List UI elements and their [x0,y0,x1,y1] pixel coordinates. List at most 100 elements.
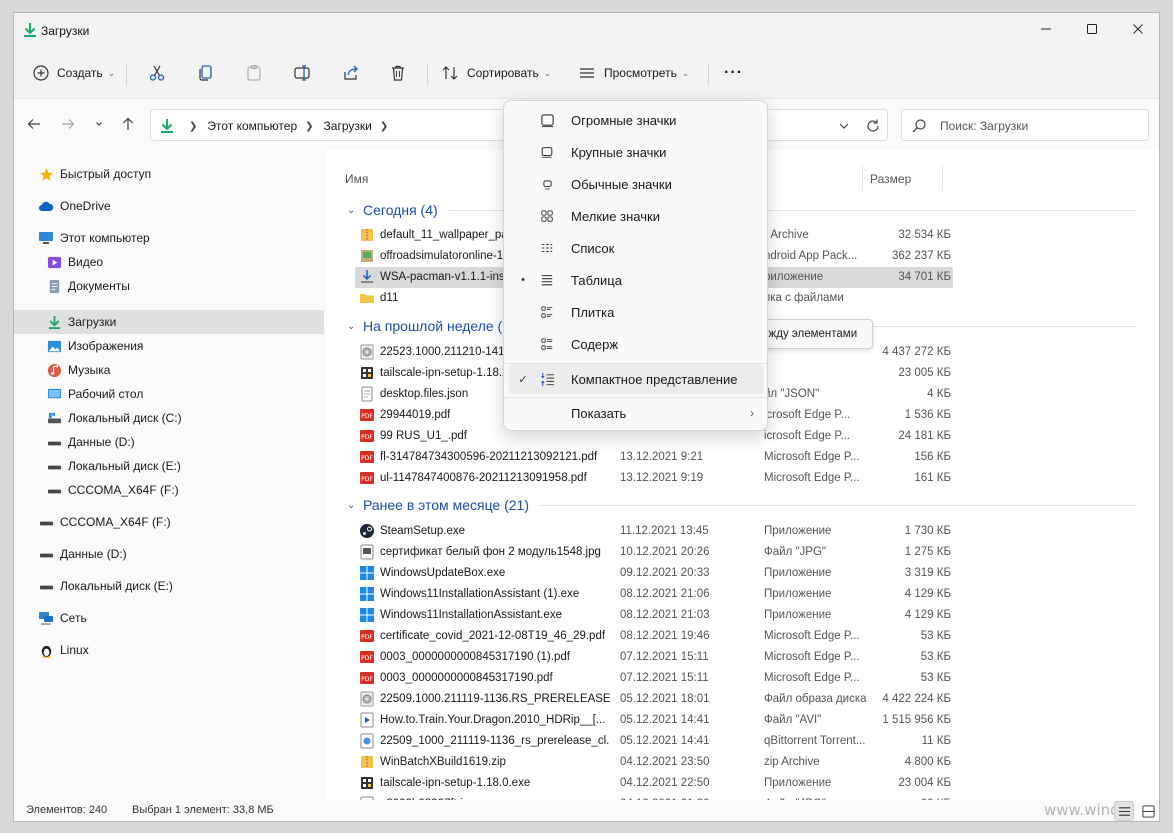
sidebar-item-label: Linux [60,643,89,657]
sidebar-item-network[interactable]: Сеть [38,606,87,630]
sort-button[interactable]: Сортировать ⌄ [441,60,551,86]
file-row[interactable]: WinBatchXBuild1619.zip 04.12.2021 23:50 zi… [355,752,955,773]
file-row[interactable]: 22509_1000_211119-1136_rs_prerelease_cl.… [355,731,955,752]
sidebar-item-videos[interactable]: Видео [46,250,103,274]
recent-locations-button[interactable] [89,114,109,134]
file-row[interactable]: PDF 0003_0000000000845317190 (1).pdf 07.12… [355,647,955,668]
sidebar-item-quick-access[interactable]: Быстрый доступ [38,162,151,186]
file-size: 24 181 КБ [898,430,951,442]
column-header-name[interactable]: Имя [345,172,368,186]
file-row[interactable]: PDF 0003_0000000000845317190.pdf 07.12.202… [355,668,955,689]
search-box[interactable]: Поиск: Загрузки [901,109,1149,141]
maximize-button[interactable] [1069,13,1115,45]
menu-item-label: Список [571,240,615,256]
sidebar-item-documents[interactable]: Документы [46,274,130,298]
sidebar-item-desktop[interactable]: Рабочий стол [46,382,143,406]
menu-item-large-icons[interactable]: Крупные значки [509,137,764,167]
file-row[interactable]: Windows11InstallationAssistant.exe 08.12.… [355,605,955,626]
rename-button[interactable] [293,60,311,86]
file-row[interactable]: tailscale-ipn-setup-1.18.0.exe 04.12.2021… [355,773,955,794]
refresh-button[interactable] [865,118,881,134]
file-size: 4 437 272 КБ [882,346,951,358]
sidebar-item-onedrive[interactable]: OneDrive [38,194,111,218]
steam-icon [359,523,375,539]
menu-item-show[interactable]: Показать › [509,398,764,428]
file-date: 04.12.2021 22:50 [620,777,710,789]
file-row[interactable]: WindowsUpdateBox.exe 09.12.2021 20:33 Прил… [355,563,955,584]
menu-item-huge-icons[interactable]: Огромные значки [509,105,764,135]
menu-item-details[interactable]: • Таблица [509,265,764,295]
file-row[interactable]: сертификат белый фон 2 модуль1548.jpg 10.… [355,542,955,563]
delete-button[interactable] [389,60,407,86]
file-type: icrosoft Edge P... [764,409,851,421]
file-date: 08.12.2021 21:06 [620,588,710,600]
sidebar-item-drive-e[interactable]: Локальный диск (E:) [46,454,181,478]
sidebar-item-drive-d[interactable]: Данные (D:) [46,430,135,454]
file-type: Microsoft Edge P... [764,630,860,642]
file-name: How.to.Train.Your.Dragon.2010_HDRip__[..… [380,714,606,726]
sidebar-item-this-pc[interactable]: Этот компьютер [38,226,150,250]
back-button[interactable] [24,114,44,134]
file-row[interactable]: 22509.1000.211119-1136.RS_PRERELEASE_...… [355,689,955,710]
sidebar-item-pictures[interactable]: Изображения [46,334,143,358]
menu-item-list[interactable]: Список [509,233,764,263]
column-divider[interactable] [862,165,863,191]
copy-button[interactable] [197,60,215,86]
file-date: 10.12.2021 20:26 [620,546,710,558]
sidebar-item-drive-e-root[interactable]: Локальный диск (E:) [38,574,173,598]
sidebar-item-linux[interactable]: Linux [38,638,89,662]
sidebar-item-drive-f-root[interactable]: CCCOMA_X64F (F:) [38,510,171,534]
chevron-right-icon[interactable]: ❯ [380,121,388,132]
column-divider[interactable] [942,165,943,191]
paste-button[interactable] [245,60,263,86]
file-row[interactable]: Windows11InstallationAssistant (1).exe 08… [355,584,955,605]
torrent-icon [359,733,375,749]
create-button[interactable]: Создать ⌄ [32,60,115,86]
file-row[interactable]: PDF fl-314784734300596-20211213092121.pdf… [355,447,955,468]
file-type: риложение [764,271,824,283]
cut-button[interactable] [148,60,166,86]
file-row[interactable]: How.to.Train.Your.Dragon.2010_HDRip__[..… [355,710,955,731]
breadcrumb-this-pc[interactable]: Этот компьютер [207,119,297,133]
forward-button[interactable] [58,114,78,134]
file-size: 1 275 КБ [904,546,951,558]
sidebar-item-music[interactable]: Музыка [46,358,110,382]
sidebar-item-drive-c[interactable]: Локальный диск (C:) [46,406,182,430]
menu-item-content[interactable]: Содерж [509,329,764,359]
chevron-down-icon: ⌄ [107,67,116,78]
file-type: Приложение [764,609,832,621]
up-button[interactable] [118,114,138,134]
file-size: 362 237 КБ [891,250,951,262]
svg-text:PDF: PDF [361,676,373,683]
address-history-button[interactable] [837,119,851,133]
file-row[interactable]: PDF certificate_covid_2021-12-08T19_46_29… [355,626,955,647]
file-type: Приложение [764,777,832,789]
menu-item-label: Таблица [571,272,622,288]
column-header-size[interactable]: Размер [870,172,911,186]
arrow-left-icon [27,119,40,129]
menu-item-small-icons[interactable]: Мелкие значки [509,201,764,231]
chevron-right-icon[interactable]: ❯ [189,121,197,132]
details-view-button[interactable] [1114,801,1134,821]
breadcrumb-downloads[interactable]: Загрузки [324,119,372,133]
more-options-button[interactable]: ··· [724,60,743,86]
share-button[interactable] [342,60,360,86]
menu-item-medium-icons[interactable]: Обычные значки [509,169,764,199]
close-button[interactable] [1115,13,1159,45]
file-row[interactable]: SteamSetup.exe 11.12.2021 13:45 Приложение… [355,521,955,542]
sidebar-item-drive-f[interactable]: CCCOMA_X64F (F:) [46,478,179,502]
sidebar-item-drive-d-root[interactable]: Данные (D:) [38,542,127,566]
sidebar-item-downloads[interactable]: Загрузки [14,310,324,334]
chevron-right-icon[interactable]: ❯ [305,121,313,132]
chevron-down-icon: ⌄ [347,204,356,216]
menu-item-compact-view[interactable]: ✓ Компактное представление [509,364,764,394]
tiles-view-button[interactable] [1138,801,1158,821]
minimize-button[interactable] [1023,13,1069,45]
view-button[interactable]: Просмотреть ⌄ [578,60,689,86]
title-bar: Загрузки [14,13,1159,49]
menu-item-tiles[interactable]: Плитка [509,297,764,327]
file-row[interactable]: PDF ul-1147847400876-20211213091958.pdf 13… [355,468,955,489]
file-date: 04.12.2021 23:50 [620,756,710,768]
group-header-earlier-this-month[interactable]: ⌄ Ранее в этом месяце (21) [347,493,1137,517]
sidebar-item-label: Данные (D:) [68,435,135,449]
